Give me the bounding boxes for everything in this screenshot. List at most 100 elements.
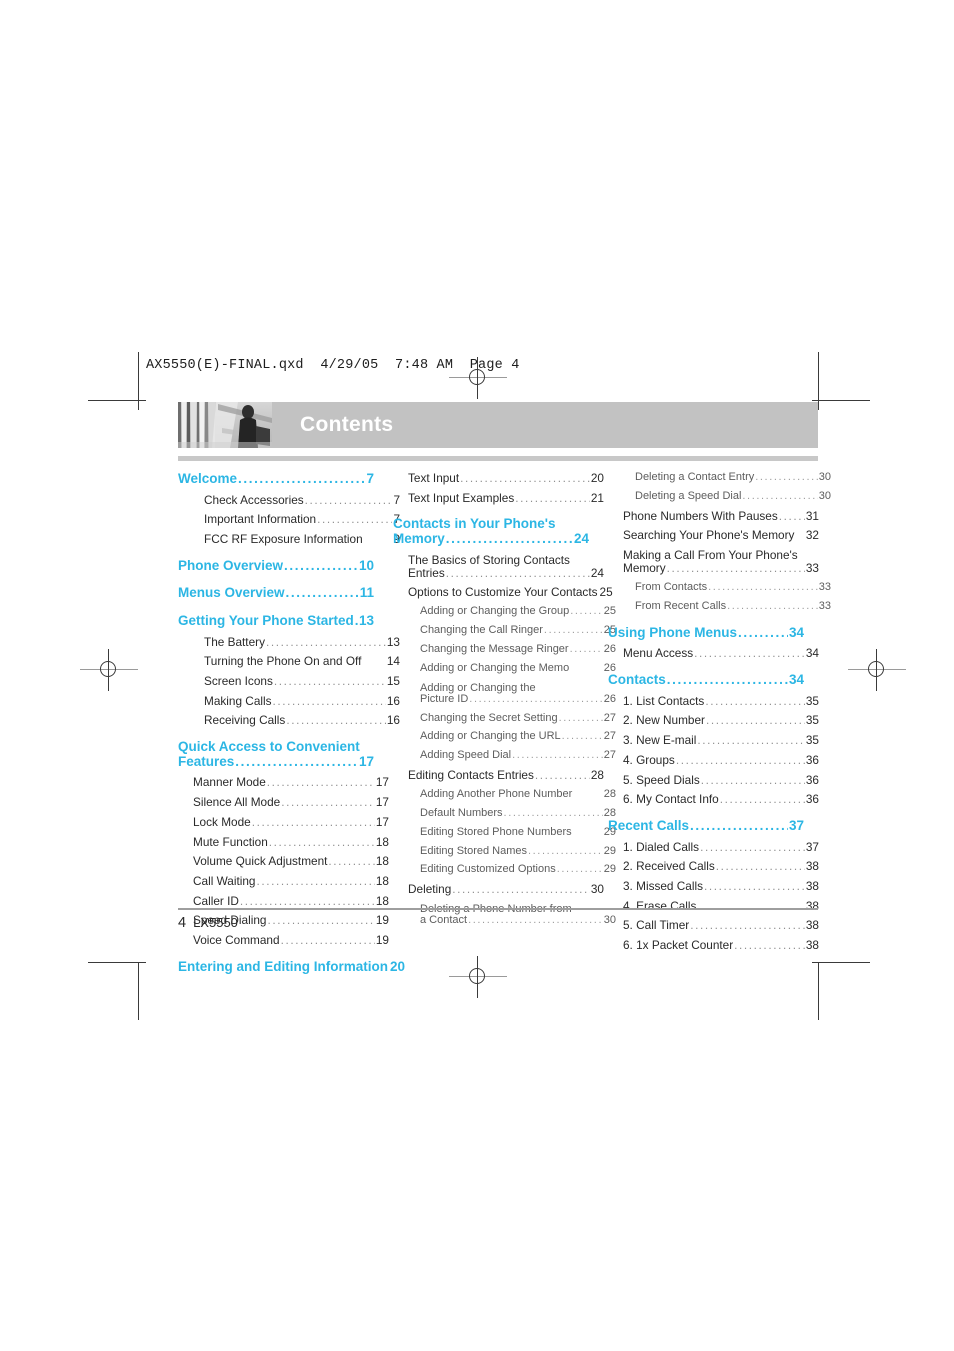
- toc-entry-label: The Battery: [204, 634, 265, 649]
- toc-entry[interactable]: Menus Overview..........................…: [178, 586, 374, 601]
- toc-entry[interactable]: From Recent Calls.......................…: [608, 599, 831, 613]
- toc-entry[interactable]: Memory..................................…: [608, 562, 819, 575]
- toc-entry[interactable]: Deleting a Contact Entry................…: [608, 471, 831, 484]
- toc-entry[interactable]: Silence All Mode........................…: [178, 796, 389, 809]
- toc-entry[interactable]: 2. New Number...........................…: [608, 714, 819, 727]
- toc-entry-label: Editing Contacts Entries: [408, 768, 534, 783]
- toc-entry[interactable]: Editing Stored Phone Numbers 29: [393, 826, 616, 839]
- toc-entry-page: 20: [590, 471, 604, 485]
- toc-entry[interactable]: 6. 1x Packet Counter....................…: [608, 939, 819, 952]
- toc-entry[interactable]: Text Input Examples.....................…: [393, 490, 604, 505]
- toc-entry[interactable]: From Contacts...........................…: [608, 581, 831, 594]
- toc-entry[interactable]: 1. Dialed Calls.........................…: [608, 840, 819, 854]
- toc-entry[interactable]: 4. Groups...............................…: [608, 754, 819, 767]
- toc-entry[interactable]: Adding Speed Dial.......................…: [393, 749, 616, 762]
- toc-entry-label: Caller ID: [193, 893, 239, 908]
- toc-entry-label: 6. 1x Packet Counter: [623, 938, 734, 953]
- toc-entry[interactable]: Using Phone Menus.......................…: [608, 625, 804, 641]
- toc-entry[interactable]: 5. Call Timer...........................…: [608, 919, 819, 932]
- toc-entry[interactable]: a Contact...............................…: [393, 914, 616, 927]
- toc-entry[interactable]: 3. New E-mail...........................…: [608, 734, 819, 747]
- toc-entry[interactable]: Editing Stored Names....................…: [393, 845, 616, 858]
- toc-entry-label: Text Input: [408, 471, 460, 485]
- toc-entry[interactable]: 1. List Contacts........................…: [608, 694, 819, 708]
- toc-leader-dots: ........................................…: [272, 694, 386, 708]
- toc-leader-dots: ........................................…: [556, 864, 603, 876]
- toc-entry[interactable]: Adding Another Phone Number 28: [393, 788, 616, 801]
- toc-entry[interactable]: Entering and Editing Information 20: [178, 959, 405, 975]
- toc-entry-label: Entries: [408, 565, 445, 580]
- toc-entry[interactable]: Manner Mode.............................…: [178, 776, 389, 789]
- toc-entry-page: 7: [366, 471, 374, 486]
- toc-entry[interactable]: Changing the Call Ringer................…: [393, 624, 616, 637]
- toc-entry[interactable]: Screen Icons............................…: [178, 675, 400, 688]
- toc-entry[interactable]: Contacts................................…: [608, 672, 804, 688]
- toc-entry-line1[interactable]: Contacts in Your Phone's: [393, 517, 589, 532]
- toc-entry-page: 35: [805, 733, 819, 748]
- toc-entry-label: Silence All Mode: [193, 795, 281, 810]
- toc-entry[interactable]: 5. Speed Dials..........................…: [608, 773, 819, 787]
- toc-entry[interactable]: Editing Contacts Entries................…: [393, 769, 604, 782]
- toc-entry-label: Adding or Changing the URL: [420, 730, 561, 743]
- toc-leader-dots: ........................................…: [727, 600, 818, 612]
- toc-entry[interactable]: Lock Mode...............................…: [178, 816, 389, 829]
- toc-entry-line1[interactable]: Quick Access to Convenient: [178, 740, 374, 755]
- toc-entry[interactable]: Turning the Phone On and Off 14: [178, 655, 400, 668]
- toc-entry[interactable]: Features................................…: [178, 754, 374, 770]
- toc-leader-dots: ........................................…: [528, 845, 603, 857]
- toc-entry-label: Deleting: [408, 882, 452, 897]
- toc-entry[interactable]: Making Calls............................…: [178, 694, 400, 708]
- toc-entry[interactable]: Important Information...................…: [178, 513, 400, 526]
- toc-entry[interactable]: Adding or Changing the Memo 26: [393, 662, 616, 675]
- toc-entry-label: Changing the Secret Setting: [420, 711, 558, 724]
- toc-entry-page: 19: [375, 913, 389, 928]
- toc-entry-label: Text Input Examples: [408, 490, 515, 505]
- toc-leader-dots: ........................................…: [715, 860, 805, 874]
- toc-entry[interactable]: Caller ID...............................…: [178, 895, 389, 908]
- toc-leader-dots: ........................................…: [705, 694, 805, 708]
- toc-entry[interactable]: Editing Customized Options..............…: [393, 864, 616, 876]
- toc-entry[interactable]: Check Accessories.......................…: [178, 493, 400, 507]
- toc-entry[interactable]: Searching Your Phone's Memory 32: [608, 529, 819, 542]
- toc-entry[interactable]: 6. My Contact Info......................…: [608, 793, 819, 806]
- toc-entry-page: 18: [375, 854, 389, 869]
- toc-entry[interactable]: Memory..................................…: [393, 531, 589, 547]
- toc-entry[interactable]: Mute Function...........................…: [178, 835, 389, 849]
- toc-entry[interactable]: Receiving Calls.........................…: [178, 714, 400, 727]
- toc-entry-label: Adding Speed Dial: [420, 749, 512, 762]
- toc-leader-dots: ........................................…: [558, 712, 603, 724]
- toc-entry[interactable]: Voice Command...........................…: [178, 934, 389, 947]
- toc-entry[interactable]: Call Waiting............................…: [178, 875, 389, 888]
- toc-entry[interactable]: Getting Your Phone Started..............…: [178, 613, 374, 629]
- toc-entry-page: 33: [818, 599, 831, 612]
- toc-entry[interactable]: Text Input..............................…: [393, 472, 604, 485]
- toc-entry[interactable]: Deleting a Speed Dial...................…: [608, 490, 831, 503]
- toc-entry[interactable]: Changing the Message Ringer.............…: [393, 643, 616, 656]
- toc-entry[interactable]: Volume Quick Adjustment.................…: [178, 855, 389, 868]
- toc-entry-page: 38: [805, 898, 819, 913]
- toc-entry[interactable]: Picture ID..............................…: [393, 693, 616, 706]
- toc-entry[interactable]: Phone Overview..........................…: [178, 558, 374, 574]
- toc-entry[interactable]: FCC RF Exposure Information 9: [178, 533, 400, 546]
- toc-entry[interactable]: Adding or Changing the Group............…: [393, 605, 616, 618]
- toc-entry[interactable]: Options to Customize Your Contacts 25: [393, 586, 613, 599]
- toc-entry[interactable]: Changing the Secret Setting.............…: [393, 711, 616, 725]
- toc-leader-dots: ........................................…: [503, 807, 603, 819]
- toc-entry[interactable]: 4. Erase Calls..........................…: [608, 900, 819, 913]
- toc-entry[interactable]: Phone Numbers With Pauses...............…: [608, 510, 819, 523]
- toc-entry[interactable]: 3. Missed Calls.........................…: [608, 880, 819, 893]
- toc-entry[interactable]: Menu Access.............................…: [608, 647, 819, 660]
- toc-entry[interactable]: Entries.................................…: [393, 565, 604, 580]
- toc-entry[interactable]: 2. Received Calls.......................…: [608, 860, 819, 873]
- toc-entry-line1[interactable]: Adding or Changing the: [393, 682, 589, 694]
- toc-entry[interactable]: Adding or Changing the URL..............…: [393, 731, 616, 743]
- toc-entry[interactable]: Default Numbers.........................…: [393, 807, 616, 820]
- toc-leader-dots: ........................................…: [697, 734, 805, 747]
- toc-entry[interactable]: The Battery.............................…: [178, 634, 400, 649]
- toc-entry-line1[interactable]: The Basics of Storing Contacts: [393, 553, 589, 567]
- toc-entry[interactable]: Welcome.................................…: [178, 471, 374, 487]
- toc-entry-label: Volume Quick Adjustment: [193, 854, 328, 869]
- toc-entry[interactable]: Recent Calls............................…: [608, 818, 804, 834]
- toc-entry[interactable]: Deleting................................…: [393, 883, 604, 896]
- toc-entry-page: 31: [805, 508, 819, 523]
